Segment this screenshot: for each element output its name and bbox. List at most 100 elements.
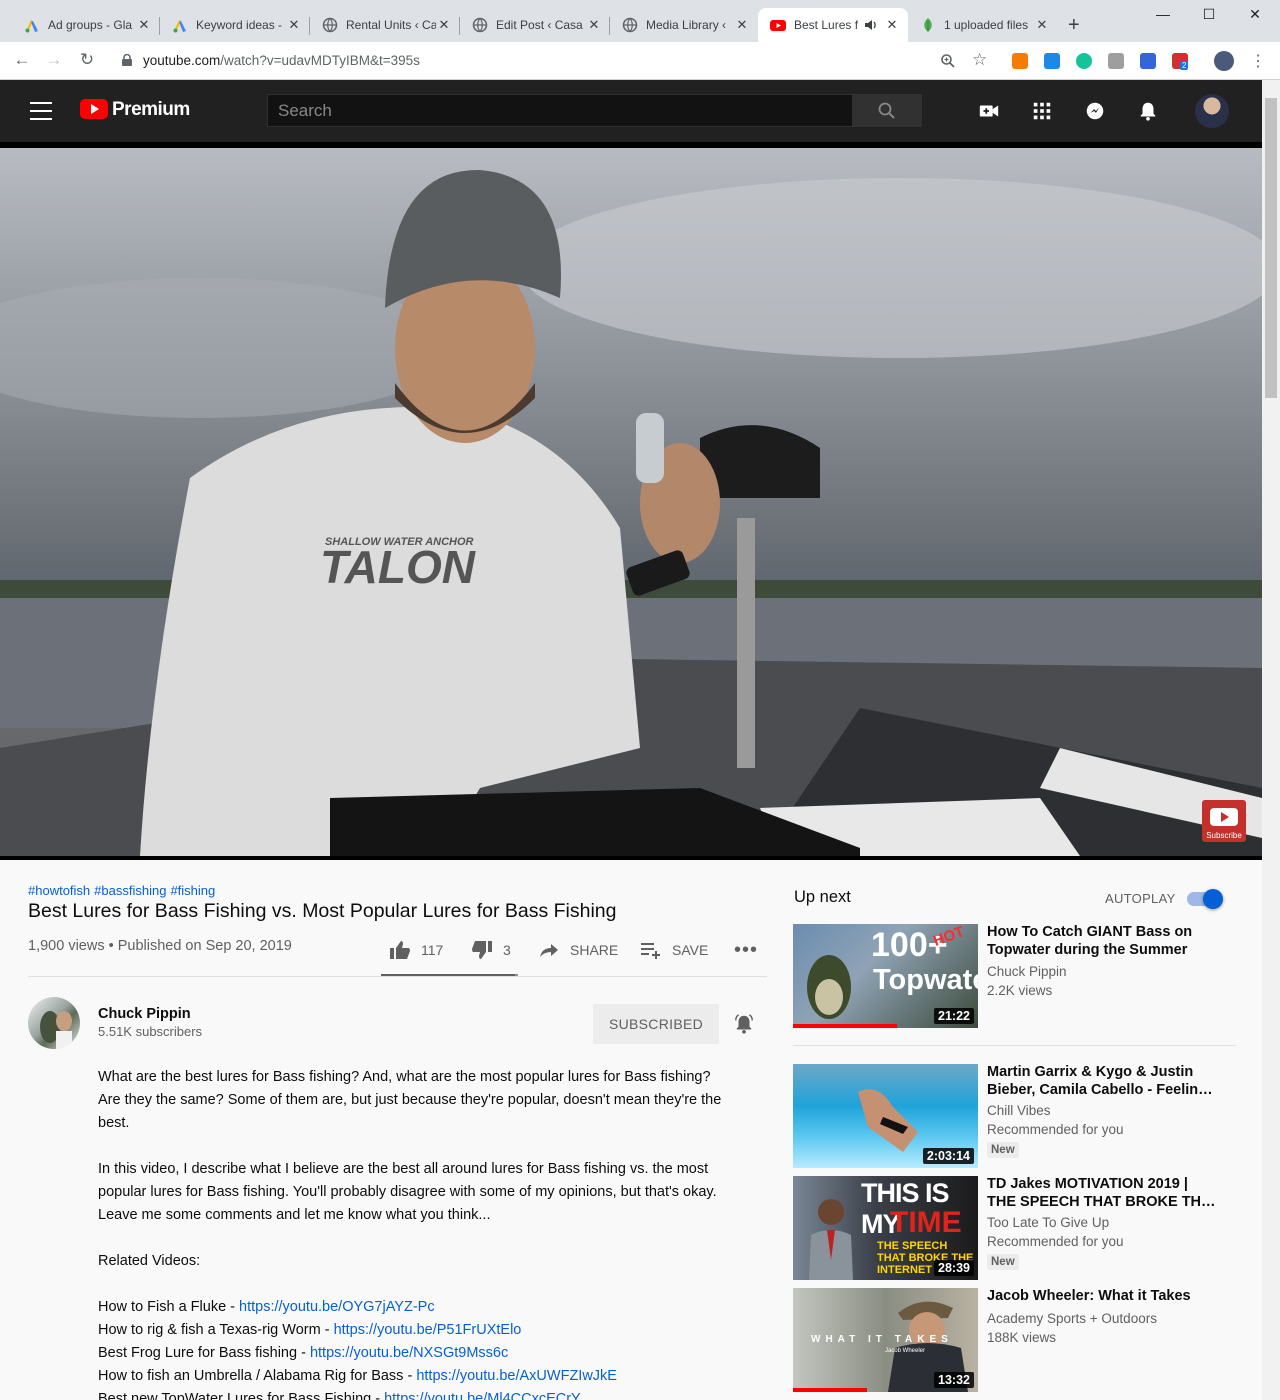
- related-link[interactable]: https://youtu.be/Ml4CCxcECrY: [384, 1391, 581, 1400]
- reload-icon[interactable]: ↻: [75, 50, 99, 70]
- recommended-title[interactable]: TD Jakes MOTIVATION 2019 | THE SPEECH TH…: [987, 1176, 1219, 1211]
- camera-extension-icon[interactable]: [1108, 53, 1124, 69]
- related-link-row: Best Frog Lure for Bass fishing - https:…: [98, 1345, 509, 1361]
- watch-progress-bar: [793, 1388, 867, 1392]
- analytics-extension-icon[interactable]: [1012, 53, 1028, 69]
- globe-icon: [472, 17, 488, 33]
- share-button[interactable]: SHARE: [538, 938, 618, 962]
- share-arrow-icon: [540, 944, 558, 957]
- browser-tab[interactable]: Edit Post ‹ Casa ✕: [460, 8, 610, 42]
- search-input[interactable]: Search: [267, 94, 853, 127]
- search-icon: [878, 102, 895, 119]
- related-link-row: How to Fish a Fluke - https://youtu.be/O…: [98, 1299, 435, 1315]
- related-link[interactable]: https://youtu.be/P51FrUXtElo: [334, 1322, 522, 1338]
- tab-close-icon[interactable]: ✕: [286, 17, 302, 33]
- subscribed-button[interactable]: SUBSCRIBED: [593, 1004, 719, 1044]
- browser-tab[interactable]: 1 uploaded files ✕: [908, 8, 1058, 42]
- recommended-title[interactable]: How To Catch GIANT Bass on Topwater duri…: [987, 924, 1219, 959]
- profile-avatar[interactable]: [1214, 51, 1234, 71]
- new-badge: New: [987, 1254, 1019, 1270]
- minimize-icon[interactable]: —: [1140, 6, 1186, 22]
- related-link[interactable]: https://youtu.be/AxUWFZIwJkE: [416, 1368, 617, 1384]
- tab-close-icon[interactable]: ✕: [734, 17, 750, 33]
- recommended-title[interactable]: Martin Garrix & Kygo & Justin Bieber, Ca…: [987, 1064, 1219, 1099]
- recommended-channel[interactable]: Academy Sports + Outdoors: [987, 1311, 1157, 1326]
- recommended-channel[interactable]: Chill Vibes: [987, 1103, 1051, 1118]
- recommended-title[interactable]: Jacob Wheeler: What it Takes: [987, 1288, 1219, 1306]
- browser-tab-active[interactable]: Best Lures f ✕: [758, 8, 908, 42]
- related-link[interactable]: https://youtu.be/OYG7jAYZ-Pc: [239, 1299, 435, 1315]
- back-icon[interactable]: ←: [10, 50, 34, 70]
- more-actions-icon[interactable]: •••: [734, 938, 758, 962]
- watermark-label: Subscribe: [1206, 831, 1242, 840]
- channel-name[interactable]: Chuck Pippin: [98, 1006, 191, 1022]
- tab-close-icon[interactable]: ✕: [1034, 17, 1050, 33]
- autoplay-toggle[interactable]: [1187, 889, 1223, 909]
- url-text: youtube.com/watch?v=udavMDTyIBM&t=395s: [143, 53, 420, 68]
- search-button[interactable]: [852, 94, 922, 127]
- thumbs-down-icon: [472, 941, 492, 959]
- download-extension-icon[interactable]: [1044, 53, 1060, 69]
- subscribe-watermark[interactable]: Subscribe: [1202, 800, 1246, 842]
- speaker-icon[interactable]: [864, 18, 878, 32]
- scrollbar-thumb[interactable]: [1265, 98, 1277, 398]
- forward-icon[interactable]: →: [42, 50, 66, 70]
- messages-icon[interactable]: [1084, 100, 1106, 122]
- globe-icon: [322, 17, 338, 33]
- tab-close-icon[interactable]: ✕: [136, 17, 152, 33]
- recommended-channel[interactable]: Chuck Pippin: [987, 964, 1067, 979]
- hashtag-link[interactable]: #howtofish: [28, 883, 90, 898]
- bass-fish-image: [807, 955, 851, 1019]
- tab-close-icon[interactable]: ✕: [586, 17, 602, 33]
- video-frame[interactable]: SHALLOW WATER ANCHOR TALON Subscribe: [0, 148, 1262, 856]
- recommended-video[interactable]: 100+ HOT Topwater 21:22 How To Catch GIA…: [793, 924, 1243, 1028]
- like-button[interactable]: 117: [389, 938, 443, 962]
- tab-label: Rental Units ‹ Ca: [346, 18, 436, 32]
- related-link-row: Best new TopWater Lures for Bass Fishing…: [98, 1388, 762, 1400]
- hashtag-link[interactable]: #bassfishing: [94, 883, 166, 898]
- related-link-row: How to rig & fish a Texas-rig Worm - htt…: [98, 1322, 522, 1338]
- dislike-button[interactable]: 3: [471, 938, 511, 962]
- youtube-premium-logo[interactable]: Premium: [112, 99, 190, 121]
- address-bar[interactable]: youtube.com/watch?v=udavMDTyIBM&t=395s ☆: [108, 46, 1000, 76]
- notifications-bell-icon[interactable]: [1137, 100, 1159, 122]
- create-video-icon[interactable]: [978, 100, 1000, 122]
- tab-label: Media Library ‹: [646, 18, 727, 32]
- close-window-icon[interactable]: ✕: [1232, 6, 1278, 23]
- video-player[interactable]: SHALLOW WATER ANCHOR TALON Subscribe: [0, 142, 1262, 860]
- video-thumbnail[interactable]: 100+ HOT Topwater 21:22: [793, 924, 978, 1028]
- apps-grid-icon[interactable]: [1031, 100, 1053, 122]
- maximize-icon[interactable]: ☐: [1186, 6, 1232, 23]
- grammarly-icon[interactable]: [1076, 53, 1092, 69]
- related-link[interactable]: https://youtu.be/NXSGt9Mss6c: [310, 1345, 508, 1361]
- video-thumbnail[interactable]: THIS IS MY TIME THE SPEECH THAT BROKE TH…: [793, 1176, 978, 1280]
- browser-tab[interactable]: Ad groups - Gla ✕: [12, 8, 160, 42]
- save-button[interactable]: SAVE: [640, 938, 708, 962]
- hashtag-link[interactable]: #fishing: [170, 883, 215, 898]
- hamburger-menu-icon[interactable]: [30, 102, 52, 120]
- video-thumbnail[interactable]: WHAT IT TAKES Jacob Wheeler 13:32: [793, 1288, 978, 1392]
- recommended-video[interactable]: THIS IS MY TIME THE SPEECH THAT BROKE TH…: [793, 1176, 1243, 1280]
- youtube-logo-icon[interactable]: [80, 99, 108, 119]
- new-tab-icon[interactable]: +: [1068, 14, 1080, 37]
- account-avatar[interactable]: [1195, 94, 1229, 128]
- tab-close-icon[interactable]: ✕: [436, 17, 452, 33]
- zoom-icon[interactable]: [940, 53, 956, 69]
- recommended-video[interactable]: 2:03:14 Martin Garrix & Kygo & Justin Bi…: [793, 1064, 1243, 1168]
- recommended-video[interactable]: WHAT IT TAKES Jacob Wheeler 13:32 Jacob …: [793, 1288, 1243, 1392]
- browser-tab[interactable]: Media Library ‹ ✕: [610, 8, 758, 42]
- tab-close-icon[interactable]: ✕: [884, 17, 900, 33]
- video-thumbnail[interactable]: 2:03:14: [793, 1064, 978, 1168]
- browser-tab[interactable]: Rental Units ‹ Ca ✕: [310, 8, 460, 42]
- channel-avatar[interactable]: [28, 997, 80, 1049]
- related-links-list: How to Fish a Fluke - https://youtu.be/O…: [98, 1296, 762, 1400]
- bookmark-star-icon[interactable]: ☆: [972, 50, 987, 70]
- browser-menu-icon[interactable]: ⋮: [1250, 51, 1266, 71]
- recommended-channel[interactable]: Too Late To Give Up: [987, 1215, 1109, 1230]
- tab-label: 1 uploaded files: [944, 18, 1029, 32]
- screen-extension-icon[interactable]: [1140, 53, 1156, 69]
- browser-tab[interactable]: Keyword ideas - ✕: [160, 8, 310, 42]
- notification-bell-icon[interactable]: [733, 1012, 755, 1036]
- video-duration: 21:22: [934, 1008, 974, 1024]
- extension-with-badge-icon[interactable]: 2: [1172, 53, 1189, 70]
